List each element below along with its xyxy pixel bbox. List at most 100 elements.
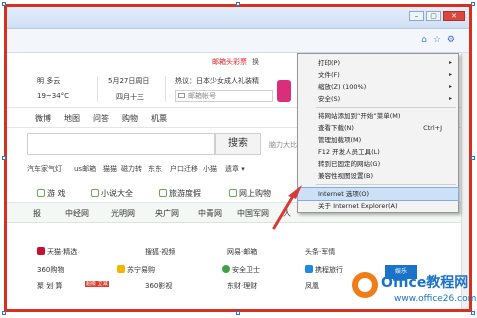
category-travel[interactable]: 旅游度假 — [159, 188, 201, 199]
channel-link[interactable]: 中青网 — [198, 208, 222, 219]
site-link[interactable]: 携程旅行 — [305, 265, 343, 275]
book-icon — [91, 189, 99, 197]
game-icon — [37, 189, 45, 197]
menu-item-label: 缩放(Z) (100%) — [318, 83, 367, 91]
category-label: 旅游度假 — [169, 189, 201, 198]
hot-word[interactable]: 猫猫 — [103, 164, 117, 174]
lunar-date-text: 四月十三 — [116, 93, 144, 101]
menu-item-about-ie[interactable]: 关于 Internet Explorer(A) — [298, 200, 458, 212]
channel-link[interactable]: 光明网 — [111, 208, 135, 219]
site-link[interactable]: 天猫·精选 — [37, 247, 77, 257]
watermark-url: www.office26.com — [394, 294, 477, 304]
site-link[interactable]: 头条·军情 — [305, 247, 335, 257]
channel-link[interactable]: 中经网 — [65, 208, 89, 219]
nav-item-flights[interactable]: 机票 — [151, 113, 167, 124]
selection-handle[interactable] — [2, 156, 6, 160]
menu-item-internet-options[interactable]: Internet 选项(O) — [297, 187, 459, 201]
nav-item-shopping[interactable]: 购物 — [122, 113, 138, 124]
site-link[interactable]: 360购物 — [37, 265, 64, 275]
site-link[interactable]: 聚 划 算 — [37, 281, 62, 291]
search-hint[interactable]: 脑力大比 — [269, 140, 297, 150]
hot-word[interactable]: 小猫 — [203, 164, 217, 174]
menu-item-print[interactable]: 打印(P) ▸ — [298, 57, 458, 69]
hot-word[interactable]: 汽车家气灯 — [27, 164, 62, 174]
watermark: Office教程网 www.office26.com — [352, 268, 476, 310]
category-novels[interactable]: 小说大全 — [91, 188, 133, 199]
tools-menu: 打印(P) ▸ 文件(F) ▸ 缩放(Z) (100%) ▸ 安全(S) ▸ 将网站添加… — [297, 53, 459, 213]
site-link[interactable]: 安全卫士 — [222, 265, 260, 275]
maximize-button[interactable]: ▢ — [426, 11, 441, 21]
site-link[interactable]: 网易·邮箱 — [227, 247, 257, 257]
gear-icon[interactable]: ⚙ — [447, 35, 455, 46]
lottery-link[interactable]: 邮箱头彩票 — [212, 57, 247, 67]
site-link[interactable]: 东财·理财 — [227, 281, 257, 291]
mail-placeholder: 邮箱帐号 — [188, 92, 216, 100]
news-headline[interactable]: 热议：日本少女成人礼装精 — [175, 76, 259, 86]
nav-item-qa[interactable]: 问答 — [93, 113, 109, 124]
menu-item-safety[interactable]: 安全(S) ▸ — [298, 93, 458, 105]
selection-handle[interactable] — [236, 311, 240, 315]
submenu-arrow-icon: ▸ — [448, 83, 452, 90]
selection-handle[interactable] — [471, 311, 475, 315]
menu-separator — [316, 107, 456, 108]
promo-tag: 超级 立减 — [85, 279, 109, 287]
hot-word[interactable]: 户口迁移 — [170, 164, 198, 174]
selection-handle[interactable] — [2, 2, 6, 6]
site-link[interactable]: 360影视 — [145, 281, 172, 291]
selection-handle[interactable] — [471, 156, 475, 160]
site-link[interactable]: 凤凰 — [305, 281, 319, 291]
menu-item-file[interactable]: 文件(F) ▸ — [298, 69, 458, 81]
search-input[interactable] — [27, 133, 215, 155]
hot-word[interactable]: us邮箱 — [74, 164, 96, 174]
nav-item-weibo[interactable]: 微博 — [35, 113, 51, 124]
favorites-star-icon[interactable]: ☆ — [433, 35, 441, 46]
channel-link[interactable]: 报 — [33, 208, 41, 219]
selection-handle[interactable] — [2, 311, 6, 315]
hot-word[interactable]: 磁力转 — [121, 164, 142, 174]
title-bar: – ▢ ✕ — [7, 7, 469, 29]
promo-badge[interactable] — [277, 80, 291, 102]
site-label: 苏宁易购 — [127, 266, 155, 274]
minimize-button[interactable]: – — [409, 11, 424, 21]
shortcut-text: Ctrl+J — [423, 124, 442, 132]
hot-word[interactable]: 遗章 ▾ — [225, 164, 245, 174]
menu-item-add-to-start[interactable]: 将网站添加到“开始”菜单(M) — [298, 110, 458, 122]
menu-item-manage-addons[interactable]: 管理加载项(M) — [298, 134, 458, 146]
home-icon[interactable]: ⌂ — [421, 35, 427, 46]
category-games[interactable]: 游 戏 — [37, 188, 66, 199]
shield-icon — [222, 265, 230, 273]
divider — [97, 76, 98, 102]
tmall-icon — [37, 247, 45, 255]
mail-account-input[interactable]: 邮箱帐号 — [175, 90, 273, 102]
cart-icon — [229, 189, 237, 197]
category-label: 网上购物 — [239, 189, 271, 198]
date-text: 5月27日周日 — [108, 77, 150, 85]
search-button[interactable]: 搜索 — [215, 133, 261, 155]
channel-link[interactable]: 人 — [283, 208, 291, 219]
site-link[interactable]: 苏宁易购 — [117, 265, 155, 275]
nav-item-map[interactable]: 地图 — [64, 113, 80, 124]
site-link[interactable]: 搜狐·视频 — [145, 247, 175, 257]
channel-link[interactable]: 中国军网 — [237, 208, 269, 219]
weather-text: 明 多云 — [37, 77, 61, 85]
channel-link[interactable]: 央广网 — [155, 208, 179, 219]
category-label: 小说大全 — [101, 189, 133, 198]
category-shopping[interactable]: 网上购物 — [229, 188, 271, 199]
watermark-title: Office教程网 — [381, 275, 469, 291]
selection-handle[interactable] — [471, 2, 475, 6]
hot-word[interactable]: 东东 — [148, 164, 162, 174]
menu-item-pinned-sites[interactable]: 转到已固定的网站(G) — [298, 158, 458, 170]
office-logo-icon — [352, 272, 378, 298]
menu-item-view-downloads[interactable]: 查看下载(N) Ctrl+J — [298, 122, 458, 134]
browser-window: – ▢ ✕ ⌂ ☆ ⚙ 邮箱头彩票 换 明 多云 19~34°C 5月27日周日… — [4, 4, 472, 312]
submenu-arrow-icon: ▸ — [448, 95, 452, 102]
site-label: 安全卫士 — [232, 266, 260, 274]
menu-item-f12-tools[interactable]: F12 开发人员工具(L) — [298, 146, 458, 158]
weather-temp: 19~34°C — [37, 92, 70, 100]
menu-item-zoom[interactable]: 缩放(Z) (100%) ▸ — [298, 81, 458, 93]
close-button[interactable]: ✕ — [443, 11, 465, 21]
switch-link[interactable]: 换 — [252, 57, 259, 67]
selection-handle[interactable] — [236, 2, 240, 6]
menu-item-compat-view[interactable]: 兼容性视图设置(B) — [298, 170, 458, 182]
menu-separator — [316, 184, 456, 185]
